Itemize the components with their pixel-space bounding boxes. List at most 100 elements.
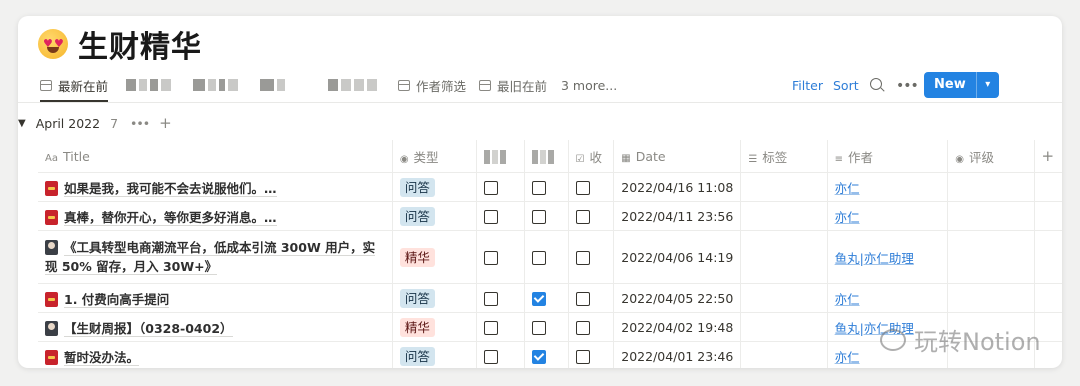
more-options-icon[interactable]: ••• — [130, 116, 150, 131]
title-cell[interactable]: 《工具转型电商潮流平台，低成本引流 300W 用户，实现 50% 留存，月入 3… — [38, 230, 393, 284]
add-icon[interactable]: + — [159, 114, 172, 132]
row-title[interactable]: 真棒，替你开心，等你更多好消息。… — [64, 209, 277, 226]
more-options-icon[interactable]: ••• — [896, 78, 919, 94]
checkbox-cell[interactable] — [568, 172, 615, 202]
checkbox-cell[interactable] — [476, 312, 525, 342]
tags-cell[interactable] — [740, 201, 828, 231]
checkbox[interactable] — [575, 291, 590, 306]
checkbox-cell[interactable] — [524, 341, 569, 368]
search-icon[interactable] — [870, 78, 882, 90]
author-link[interactable]: 亦仁 — [835, 181, 860, 196]
filter-button[interactable]: Filter — [792, 70, 823, 100]
table-row[interactable]: 真棒，替你开心，等你更多好消息。… 问答 2022/04/11 23:56 亦仁 — [38, 201, 1062, 231]
checkbox-cell[interactable] — [524, 283, 569, 313]
title-cell[interactable]: 1. 付费向高手提问 — [38, 283, 393, 313]
tab-blurred-2[interactable] — [193, 70, 241, 100]
checkbox-cell[interactable] — [568, 201, 615, 231]
table-row[interactable]: 如果是我，我可能不会去说服他们。… 问答 2022/04/16 11:08 亦仁 — [38, 172, 1062, 202]
row-title[interactable]: 暂时没办法。 — [64, 349, 140, 366]
checkbox[interactable] — [575, 349, 590, 364]
checkbox-cell[interactable] — [476, 201, 525, 231]
checkbox[interactable] — [484, 180, 499, 195]
checkbox[interactable] — [575, 320, 590, 335]
tags-cell[interactable] — [740, 283, 828, 313]
title-cell[interactable]: 暂时没办法。 — [38, 341, 393, 368]
checkbox-cell[interactable] — [476, 230, 525, 284]
tags-cell[interactable] — [740, 230, 828, 284]
checkbox-cell[interactable] — [568, 230, 615, 284]
author-link[interactable]: 亦仁 — [835, 210, 860, 225]
title-cell[interactable]: 【生财周报】（0328-0402） — [38, 312, 393, 342]
rating-cell[interactable] — [947, 230, 1035, 284]
tags-cell[interactable] — [740, 312, 828, 342]
checkbox-cell[interactable] — [568, 312, 615, 342]
add-column-button[interactable]: + — [1034, 140, 1062, 173]
row-title[interactable]: 【生财周报】（0328-0402） — [64, 320, 233, 337]
author-link[interactable]: 亦仁 — [835, 292, 860, 307]
checkbox[interactable] — [484, 349, 499, 364]
checkbox[interactable] — [484, 291, 499, 306]
column-header-type[interactable]: ◉ 类型 — [392, 140, 478, 173]
column-header-blurred-1[interactable] — [476, 140, 525, 173]
row-title[interactable]: 如果是我，我可能不会去说服他们。… — [64, 180, 277, 197]
type-cell[interactable]: 问答 — [392, 201, 478, 231]
type-cell[interactable]: 问答 — [392, 341, 478, 368]
title-cell[interactable]: 如果是我，我可能不会去说服他们。… — [38, 172, 393, 202]
row-title[interactable]: 1. 付费向高手提问 — [64, 291, 170, 308]
author-link[interactable]: 亦仁 — [835, 350, 860, 365]
page-title[interactable]: 生财精华 — [78, 22, 202, 66]
checkbox[interactable] — [484, 209, 499, 224]
heart-eyes-emoji-icon[interactable]: ♥ ♥ — [38, 29, 68, 59]
checkbox[interactable] — [531, 320, 546, 335]
table-row[interactable]: 《工具转型电商潮流平台，低成本引流 300W 用户，实现 50% 留存，月入 3… — [38, 230, 1062, 284]
collapse-triangle-icon[interactable]: ▼ — [18, 118, 26, 129]
tab-blurred-4[interactable] — [328, 70, 380, 100]
date-cell[interactable]: 2022/04/05 22:50 — [613, 283, 742, 313]
checkbox[interactable] — [484, 250, 499, 265]
type-cell[interactable]: 问答 — [392, 172, 478, 202]
checkbox[interactable] — [575, 209, 590, 224]
checkbox[interactable] — [531, 180, 546, 195]
checkbox-cell[interactable] — [524, 312, 569, 342]
column-header-date[interactable]: ▦ Date — [613, 140, 742, 173]
checkbox-cell[interactable] — [476, 341, 525, 368]
checkbox-cell[interactable] — [524, 201, 569, 231]
more-views-link[interactable]: 3 more... — [561, 70, 617, 100]
tags-cell[interactable] — [740, 341, 828, 368]
tags-cell[interactable] — [740, 172, 828, 202]
checkbox[interactable] — [531, 349, 546, 364]
tab-blurred-1[interactable] — [126, 70, 174, 100]
checkbox[interactable] — [575, 180, 590, 195]
column-header-rating[interactable]: ◉ 评级 — [947, 140, 1035, 173]
sort-button[interactable]: Sort — [833, 70, 859, 100]
author-cell[interactable]: 亦仁 — [827, 172, 949, 202]
date-cell[interactable]: 2022/04/01 23:46 — [613, 341, 742, 368]
checkbox-cell[interactable] — [524, 172, 569, 202]
author-cell[interactable]: 亦仁 — [827, 283, 949, 313]
checkbox[interactable] — [531, 291, 546, 306]
checkbox[interactable] — [531, 209, 546, 224]
tab-oldest-first[interactable]: 最旧在前 — [479, 70, 547, 100]
date-cell[interactable]: 2022/04/06 14:19 — [613, 230, 742, 284]
checkbox[interactable] — [484, 320, 499, 335]
column-header-title[interactable]: Aa Title — [38, 140, 393, 173]
checkbox-cell[interactable] — [568, 283, 615, 313]
tab-author-filter[interactable]: 作者筛选 — [398, 70, 466, 100]
type-cell[interactable]: 问答 — [392, 283, 478, 313]
author-cell[interactable]: 鱼丸|亦仁助理 — [827, 230, 949, 284]
column-header-author[interactable]: ≡ 作者 — [827, 140, 949, 173]
date-cell[interactable]: 2022/04/16 11:08 — [613, 172, 742, 202]
date-cell[interactable]: 2022/04/11 23:56 — [613, 201, 742, 231]
column-header-blurred-2[interactable] — [524, 140, 569, 173]
checkbox-cell[interactable] — [568, 341, 615, 368]
column-header-tags[interactable]: ☰ 标签 — [740, 140, 828, 173]
author-link[interactable]: 鱼丸|亦仁助理 — [835, 251, 914, 266]
table-row[interactable]: 1. 付费向高手提问 问答 2022/04/05 22:50 亦仁 — [38, 283, 1062, 313]
checkbox-cell[interactable] — [524, 230, 569, 284]
new-button[interactable]: New ▾ — [924, 72, 999, 98]
checkbox[interactable] — [575, 250, 590, 265]
title-cell[interactable]: 真棒，替你开心，等你更多好消息。… — [38, 201, 393, 231]
rating-cell[interactable] — [947, 201, 1035, 231]
chevron-down-icon[interactable]: ▾ — [975, 72, 999, 98]
checkbox-cell[interactable] — [476, 283, 525, 313]
